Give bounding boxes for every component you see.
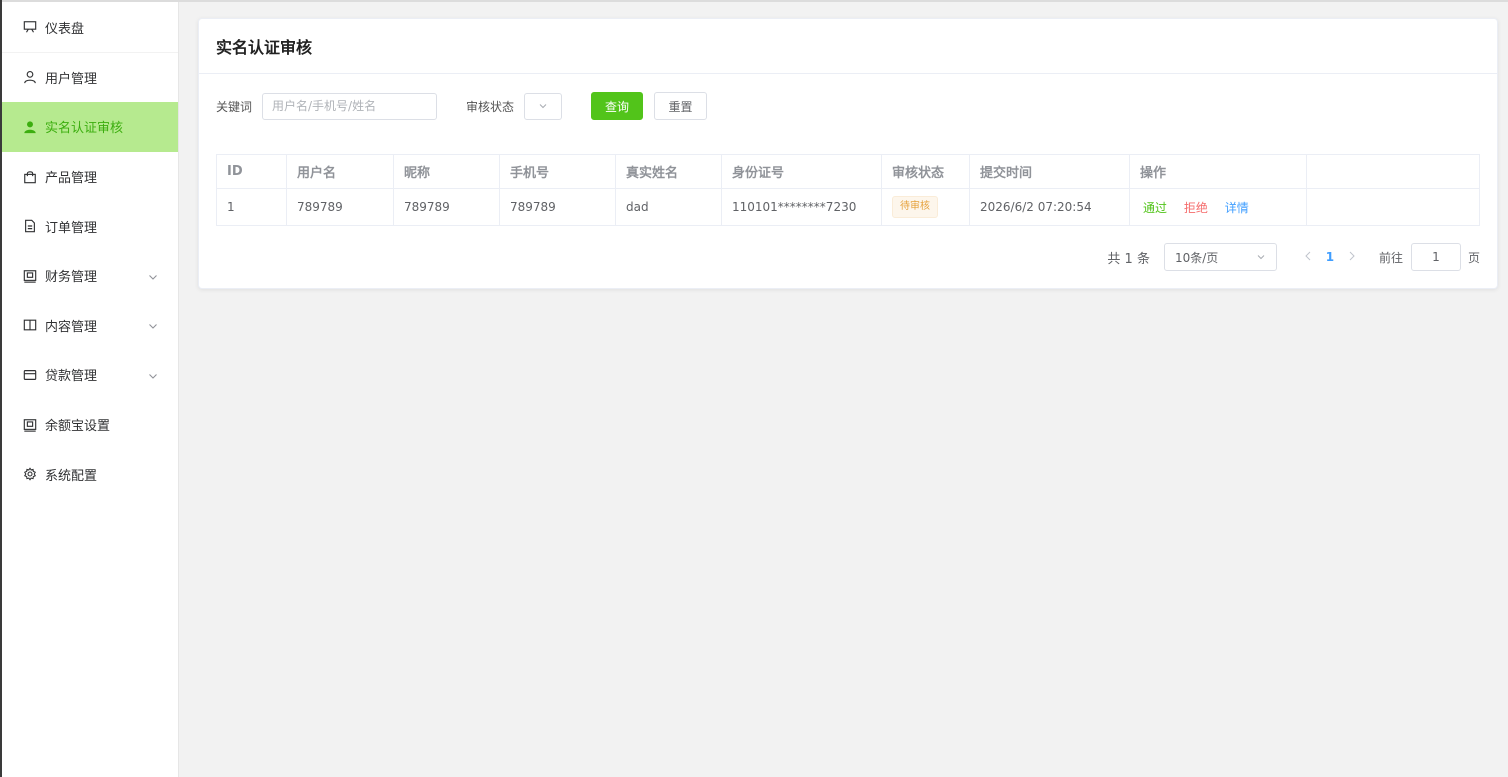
cell-id-card: 110101********7230: [721, 188, 882, 226]
review-card: 实名认证审核 关键词 审核状态 查询 重置 ID 用户: [198, 18, 1498, 289]
sidebar: 仪表盘 用户管理 实名认证审核 产品管理 订单管理 财务管理 内容管理 贷款管理…: [2, 0, 179, 777]
sidebar-item-label: 贷款管理: [45, 369, 98, 385]
goto-suffix: 页: [1467, 250, 1480, 265]
card-body: 关键词 审核状态 查询 重置 ID 用户名 昵称: [199, 74, 1497, 288]
pagination: 共 1 条 10条/页 1 前往 页: [216, 243, 1480, 271]
chevron-down-icon: [539, 104, 547, 109]
bag-icon: [23, 170, 37, 184]
book-icon: [23, 318, 37, 332]
reject-link[interactable]: 拒绝: [1184, 201, 1208, 215]
status-badge: 待审核: [892, 196, 938, 218]
sidebar-item-label: 内容管理: [45, 319, 98, 335]
col-status: 审核状态: [881, 154, 970, 189]
cell-filler: [1306, 188, 1480, 226]
sidebar-item-system-config[interactable]: 系统配置: [2, 449, 178, 499]
cell-username: 789789: [286, 188, 394, 226]
col-id-card: 身份证号: [721, 154, 882, 189]
user-solid-icon: [23, 120, 37, 134]
cell-status: 待审核: [881, 188, 970, 226]
pagination-total: 共 1 条: [1107, 251, 1150, 267]
page-title: 实名认证审核: [199, 19, 1497, 74]
top-border: [2, 0, 1508, 2]
col-phone: 手机号: [499, 154, 616, 189]
status-select[interactable]: [524, 92, 563, 120]
sidebar-item-orders[interactable]: 订单管理: [2, 201, 178, 251]
chevron-down-icon[interactable]: [148, 271, 158, 281]
sidebar-item-label: 订单管理: [45, 220, 98, 236]
col-real-name: 真实姓名: [615, 154, 722, 189]
wallet-icon: [23, 269, 37, 283]
page-size-value: 10条/页: [1174, 250, 1219, 265]
sidebar-item-label: 用户管理: [45, 71, 98, 87]
filter-bar: 关键词 审核状态 查询 重置: [216, 92, 1480, 120]
keyword-label: 关键词: [216, 99, 253, 114]
main-content: 实名认证审核 关键词 审核状态 查询 重置 ID 用户: [179, 0, 1508, 777]
chevron-down-icon[interactable]: [148, 320, 158, 330]
sidebar-item-realname-review[interactable]: 实名认证审核: [2, 102, 178, 152]
search-button[interactable]: 查询: [591, 92, 644, 120]
sidebar-item-label: 实名认证审核: [45, 121, 124, 137]
chevron-down-icon: [1257, 255, 1265, 260]
prev-page-icon[interactable]: [1299, 250, 1317, 264]
col-id: ID: [216, 154, 287, 189]
table-header-row: ID 用户名 昵称 手机号 真实姓名 身份证号 审核状态 提交时间 操作: [216, 154, 1480, 189]
review-table: ID 用户名 昵称 手机号 真实姓名 身份证号 审核状态 提交时间 操作 1 7…: [216, 154, 1480, 226]
chevron-down-icon[interactable]: [148, 370, 158, 380]
cell-actions: 通过 拒绝 详情: [1129, 188, 1307, 226]
reset-button[interactable]: 重置: [654, 92, 708, 120]
approve-link[interactable]: 通过: [1143, 201, 1167, 215]
sidebar-item-label: 仪表盘: [45, 21, 85, 37]
next-page-icon[interactable]: [1343, 250, 1361, 264]
monitor-icon: [23, 20, 37, 34]
sidebar-item-label: 产品管理: [45, 171, 98, 187]
col-filler: [1306, 154, 1480, 189]
cell-nickname: 789789: [393, 188, 500, 226]
sidebar-item-label: 余额宝设置: [45, 419, 111, 435]
cell-phone: 789789: [499, 188, 616, 226]
sidebar-item-yuebao[interactable]: 余额宝设置: [2, 400, 178, 450]
app-window: 仪表盘 用户管理 实名认证审核 产品管理 订单管理 财务管理 内容管理 贷款管理…: [2, 0, 1508, 777]
sidebar-item-label: 系统配置: [45, 468, 98, 484]
sidebar-item-products[interactable]: 产品管理: [2, 152, 178, 202]
keyword-input[interactable]: [262, 92, 438, 120]
card-icon: [23, 368, 37, 382]
col-nickname: 昵称: [393, 154, 500, 189]
page-number-current[interactable]: 1: [1317, 250, 1343, 264]
sidebar-item-loans[interactable]: 贷款管理: [2, 350, 178, 400]
goto-page-input[interactable]: [1410, 243, 1461, 271]
sidebar-item-finance[interactable]: 财务管理: [2, 251, 178, 301]
cell-submit-time: 2026/6/2 07:20:54: [969, 188, 1130, 226]
gear-icon: [23, 467, 37, 481]
cell-real-name: dad: [615, 188, 722, 226]
col-submit-time: 提交时间: [969, 154, 1130, 189]
table-row: 1 789789 789789 789789 dad 110101*******…: [216, 188, 1480, 226]
sidebar-item-users[interactable]: 用户管理: [2, 53, 178, 103]
sidebar-item-content[interactable]: 内容管理: [2, 301, 178, 351]
col-username: 用户名: [286, 154, 394, 189]
detail-link[interactable]: 详情: [1225, 201, 1249, 215]
page-size-select[interactable]: 10条/页: [1163, 243, 1277, 271]
document-icon: [23, 219, 37, 233]
sidebar-item-dashboard[interactable]: 仪表盘: [2, 3, 178, 53]
sidebar-item-label: 财务管理: [45, 270, 98, 286]
cell-id: 1: [216, 188, 287, 226]
status-label: 审核状态: [466, 99, 515, 114]
col-actions: 操作: [1129, 154, 1307, 189]
user-icon: [23, 70, 37, 84]
goto-label: 前往: [1378, 250, 1403, 265]
wallet-icon: [23, 418, 37, 432]
